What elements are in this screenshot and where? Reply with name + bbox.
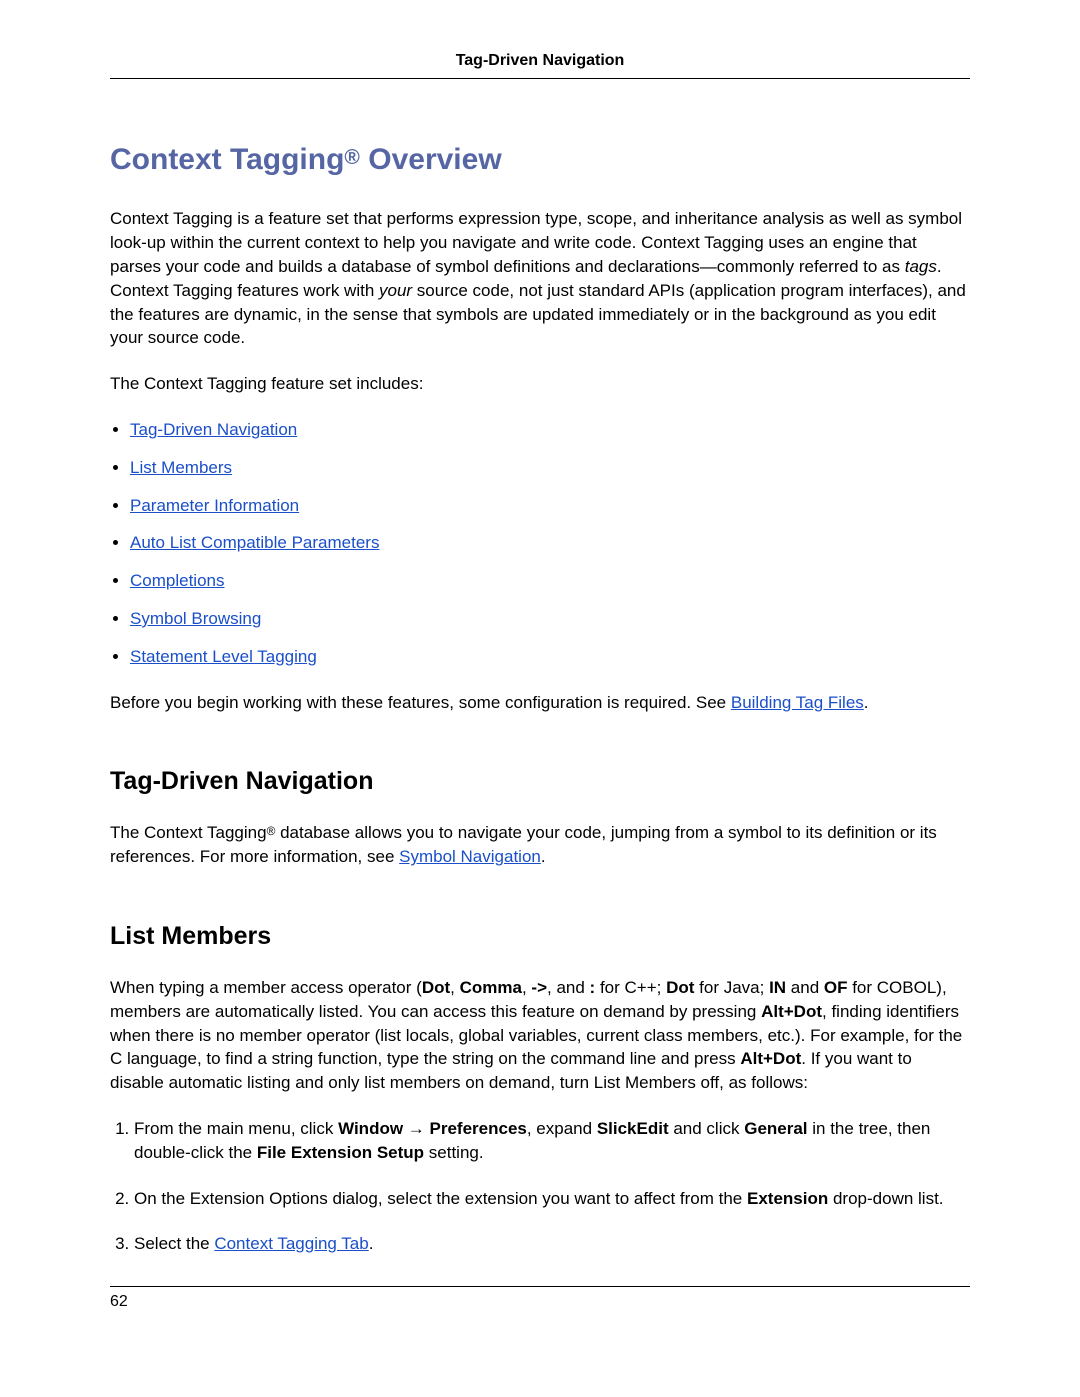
title-text-pre: Context Tagging	[110, 143, 344, 176]
italic-tags: tags	[905, 257, 937, 276]
text: drop-down list.	[828, 1189, 943, 1208]
bold: Preferences	[430, 1119, 527, 1138]
text: and click	[669, 1119, 745, 1138]
bold: Dot	[422, 978, 450, 997]
link-parameter-information[interactable]: Parameter Information	[130, 496, 299, 515]
bold: Extension	[747, 1189, 828, 1208]
text: Before you begin working with these feat…	[110, 693, 731, 712]
registered-mark: ®	[344, 146, 359, 169]
text: ,	[522, 978, 531, 997]
bold: Alt+Dot	[761, 1002, 822, 1021]
link-completions[interactable]: Completions	[130, 571, 225, 590]
text: From the main menu, click	[134, 1119, 338, 1138]
link-statement-level-tagging[interactable]: Statement Level Tagging	[130, 647, 317, 666]
list-item: Statement Level Tagging	[130, 645, 970, 669]
bold: ->	[531, 978, 547, 997]
intro-paragraph-2: The Context Tagging feature set includes…	[110, 372, 970, 396]
text: for C++;	[595, 978, 666, 997]
text: .	[541, 847, 546, 866]
list-item: List Members	[130, 456, 970, 480]
text: Select the	[134, 1234, 214, 1253]
text: and	[786, 978, 824, 997]
section-title-list-members: List Members	[110, 919, 970, 954]
link-tag-driven-navigation[interactable]: Tag-Driven Navigation	[130, 420, 297, 439]
bold: File Extension Setup	[257, 1143, 424, 1162]
text: Context Tagging is a feature set that pe…	[110, 209, 962, 276]
text: setting.	[424, 1143, 484, 1162]
italic-your: your	[379, 281, 412, 300]
steps-list: From the main menu, click Window → Prefe…	[110, 1117, 970, 1256]
list-item: Completions	[130, 569, 970, 593]
bold: General	[744, 1119, 807, 1138]
bold: Alt+Dot	[740, 1049, 801, 1068]
text: , and	[547, 978, 590, 997]
running-header: Tag-Driven Navigation	[110, 50, 970, 79]
text: The Context Tagging	[110, 823, 267, 842]
link-auto-list-compatible-parameters[interactable]: Auto List Compatible Parameters	[130, 533, 379, 552]
tdn-paragraph: The Context Tagging® database allows you…	[110, 821, 970, 869]
link-building-tag-files[interactable]: Building Tag Files	[731, 693, 864, 712]
bold: SlickEdit	[597, 1119, 669, 1138]
text: →	[403, 1119, 429, 1138]
before-you-begin: Before you begin working with these feat…	[110, 691, 970, 715]
page-title: Context Tagging® Overview	[110, 139, 970, 181]
step-2: On the Extension Options dialog, select …	[134, 1187, 970, 1211]
bold: OF	[824, 978, 848, 997]
bold: Dot	[666, 978, 694, 997]
bold: IN	[769, 978, 786, 997]
list-item: Auto List Compatible Parameters	[130, 531, 970, 555]
bold: Comma	[460, 978, 522, 997]
text: ,	[450, 978, 459, 997]
list-item: Symbol Browsing	[130, 607, 970, 631]
text: for Java;	[694, 978, 769, 997]
bold: Window	[338, 1119, 403, 1138]
list-item: Tag-Driven Navigation	[130, 418, 970, 442]
link-symbol-browsing[interactable]: Symbol Browsing	[130, 609, 261, 628]
link-context-tagging-tab[interactable]: Context Tagging Tab	[214, 1234, 368, 1253]
list-members-paragraph: When typing a member access operator (Do…	[110, 976, 970, 1095]
text: , expand	[527, 1119, 597, 1138]
link-list-members[interactable]: List Members	[130, 458, 232, 477]
title-text-post: Overview	[360, 143, 502, 176]
page-number: 62	[110, 1293, 128, 1310]
link-symbol-navigation[interactable]: Symbol Navigation	[399, 847, 541, 866]
section-title-tag-driven-navigation: Tag-Driven Navigation	[110, 764, 970, 799]
intro-paragraph-1: Context Tagging is a feature set that pe…	[110, 207, 970, 350]
feature-list: Tag-Driven Navigation List Members Param…	[110, 418, 970, 669]
page-footer: 62	[110, 1286, 970, 1313]
text: When typing a member access operator (	[110, 978, 422, 997]
step-3: Select the Context Tagging Tab.	[134, 1232, 970, 1256]
step-1: From the main menu, click Window → Prefe…	[134, 1117, 970, 1165]
text: On the Extension Options dialog, select …	[134, 1189, 747, 1208]
list-item: Parameter Information	[130, 494, 970, 518]
text: .	[369, 1234, 374, 1253]
text: .	[864, 693, 869, 712]
